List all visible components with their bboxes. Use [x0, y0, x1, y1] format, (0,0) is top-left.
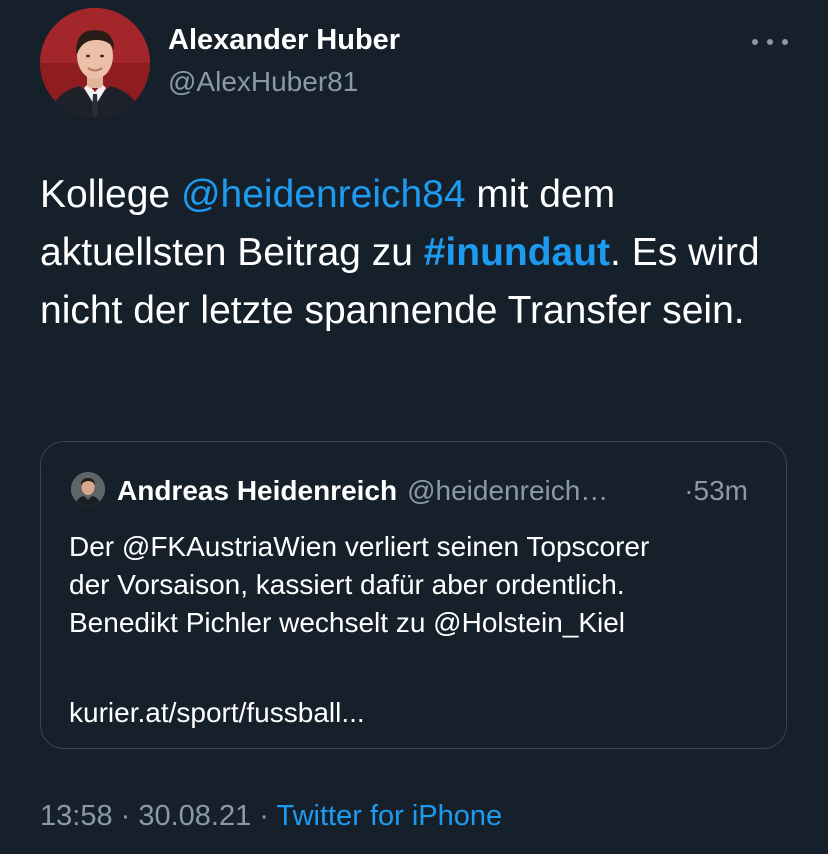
quoted-tweet-header: Andreas Heidenreich @heidenreich…: [117, 472, 608, 510]
dot: [767, 39, 773, 45]
tweet-detail: Alexander Huber @AlexHuber81 Kollege @he…: [0, 0, 828, 854]
tweet-metadata: 13:58 · 30.08.21 · Twitter for iPhone: [40, 800, 502, 833]
separator: ·: [251, 800, 277, 832]
dot: [782, 39, 788, 45]
dot: [752, 39, 758, 45]
quoted-text-line: Benedikt Pichler wechselt zu @Holstein_K…: [69, 607, 626, 638]
tweet-time[interactable]: 13:58: [40, 800, 113, 832]
quoted-author-avatar[interactable]: [71, 472, 105, 506]
separator: ·: [112, 800, 139, 832]
tweet-text-part: Kollege: [40, 173, 181, 216]
quoted-author-name[interactable]: Andreas Heidenreich: [117, 475, 397, 507]
quoted-avatar-photo: [71, 472, 105, 506]
author-handle[interactable]: @AlexHuber81: [168, 66, 358, 98]
tweet-text: Kollege @heidenreich84 mit dem aktuellst…: [40, 166, 800, 340]
avatar-photo: [40, 8, 150, 118]
quoted-tweet-url[interactable]: kurier.at/sport/fussball...: [69, 694, 365, 732]
quoted-author-handle[interactable]: @heidenreich…: [407, 475, 608, 507]
quoted-text-line: der Vorsaison, kassiert dafür aber orden…: [69, 569, 625, 600]
mention-link[interactable]: @heidenreich84: [181, 173, 466, 216]
quoted-tweet-card[interactable]: Andreas Heidenreich @heidenreich… ·53m D…: [40, 441, 787, 749]
tweet-date[interactable]: 30.08.21: [138, 800, 251, 832]
author-display-name[interactable]: Alexander Huber: [168, 24, 400, 57]
more-options-icon[interactable]: [748, 28, 792, 56]
author-avatar[interactable]: [40, 8, 150, 118]
quoted-text-line: Der @FKAustriaWien verliert seinen Topsc…: [69, 531, 650, 562]
hashtag-link[interactable]: #inundaut: [424, 231, 610, 274]
tweet-source-link[interactable]: Twitter for iPhone: [277, 800, 503, 832]
quoted-tweet-text: Der @FKAustriaWien verliert seinen Topsc…: [69, 528, 769, 642]
quoted-tweet-time[interactable]: ·53m: [684, 472, 748, 510]
